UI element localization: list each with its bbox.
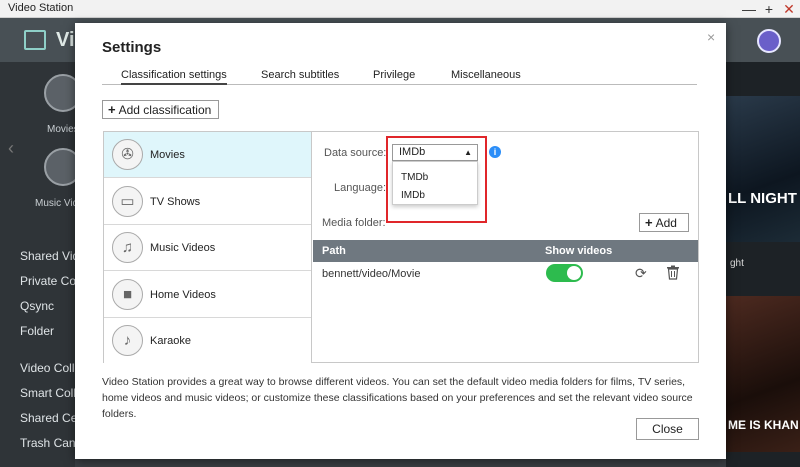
classification-panel: ✇ Movies ▭ TV Shows ♫ Music Videos ■ Hom… bbox=[103, 131, 699, 364]
tab-privilege[interactable]: Privilege bbox=[373, 69, 415, 85]
classification-label: Home Videos bbox=[150, 289, 216, 301]
nav-shared-videos[interactable]: Shared Vid bbox=[20, 249, 79, 263]
classification-label: Movies bbox=[150, 149, 185, 161]
music-video-icon: ♫ bbox=[112, 232, 143, 263]
data-source-select[interactable]: IMDb ▲ bbox=[392, 144, 478, 161]
tab-miscellaneous[interactable]: Miscellaneous bbox=[451, 69, 521, 85]
nav-smart-collection[interactable]: Smart Colle bbox=[20, 386, 83, 400]
classification-karaoke[interactable]: ♪ Karaoke bbox=[104, 318, 311, 364]
language-label: Language: bbox=[334, 182, 386, 194]
close-button[interactable]: Close bbox=[636, 418, 699, 440]
data-source-dropdown: TMDb IMDb bbox=[392, 161, 478, 205]
trash-icon[interactable] bbox=[666, 265, 680, 280]
description-text: Video Station provides a great way to br… bbox=[102, 376, 693, 420]
film-reel-icon: ✇ bbox=[112, 139, 143, 170]
side-label-movies: Movies bbox=[47, 124, 79, 135]
option-imdb[interactable]: IMDb bbox=[401, 190, 425, 201]
minimize-button[interactable]: — bbox=[740, 0, 758, 18]
classification-label: Karaoke bbox=[150, 335, 191, 347]
poster-caption: ght bbox=[730, 258, 744, 269]
nav-folder[interactable]: Folder bbox=[20, 324, 54, 338]
show-videos-toggle[interactable] bbox=[546, 264, 583, 282]
classification-details: Data source: IMDb ▲ i TMDb IMDb Language… bbox=[313, 132, 698, 362]
refresh-icon[interactable]: ⟳ bbox=[635, 265, 647, 282]
table-row-path: bennett/video/Movie bbox=[322, 268, 421, 280]
settings-tabs: Classification settings Search subtitles… bbox=[102, 69, 697, 85]
user-avatar[interactable] bbox=[757, 29, 781, 53]
classification-home-videos[interactable]: ■ Home Videos bbox=[104, 272, 311, 318]
classification-label: TV Shows bbox=[150, 196, 201, 208]
camcorder-icon: ■ bbox=[112, 279, 143, 310]
toggle-knob bbox=[567, 266, 581, 280]
poster-title: ME IS KHAN bbox=[728, 418, 799, 432]
add-classification-button[interactable]: + Add classification bbox=[102, 100, 219, 119]
close-icon[interactable]: × bbox=[707, 29, 715, 45]
classification-movies[interactable]: ✇ Movies bbox=[104, 132, 311, 178]
window-titlebar: Video Station — + ✕ bbox=[0, 0, 800, 18]
column-show-videos: Show videos bbox=[545, 245, 613, 257]
data-source-label: Data source: bbox=[324, 147, 387, 159]
settings-dialog: Settings × Classification settings Searc… bbox=[75, 23, 726, 459]
app-sidebar bbox=[0, 62, 75, 467]
chevron-left-icon[interactable]: ‹ bbox=[8, 138, 14, 159]
add-folder-button[interactable]: + Add bbox=[639, 213, 689, 232]
dialog-title: Settings bbox=[102, 39, 162, 56]
maximize-button[interactable]: + bbox=[760, 0, 778, 18]
data-source-value: IMDb bbox=[399, 146, 426, 158]
nav-qsync[interactable]: Qsync bbox=[20, 299, 54, 313]
window-title: Video Station bbox=[8, 2, 74, 14]
option-tmdb[interactable]: TMDb bbox=[401, 172, 428, 183]
close-window-button[interactable]: ✕ bbox=[780, 0, 798, 18]
add-classification-label: Add classification bbox=[118, 103, 212, 117]
plus-icon: + bbox=[645, 215, 653, 230]
classification-tv-shows[interactable]: ▭ TV Shows bbox=[104, 179, 311, 225]
classification-label: Music Videos bbox=[150, 242, 216, 254]
tv-icon: ▭ bbox=[112, 186, 143, 217]
classification-list: ✇ Movies ▭ TV Shows ♫ Music Videos ■ Hom… bbox=[104, 132, 312, 364]
nav-trash-can[interactable]: Trash Can bbox=[20, 436, 76, 450]
video-station-logo-icon bbox=[24, 30, 46, 50]
column-path: Path bbox=[322, 245, 346, 257]
info-icon[interactable]: i bbox=[489, 146, 501, 158]
media-folder-label: Media folder: bbox=[322, 217, 386, 229]
folder-table-header: Path Show videos bbox=[313, 240, 698, 262]
tab-search-subtitles[interactable]: Search subtitles bbox=[261, 69, 339, 85]
poster-title: LL NIGHT bbox=[728, 190, 797, 207]
movie-poster[interactable] bbox=[726, 96, 800, 242]
side-label-music-video: Music Vid bbox=[35, 198, 79, 209]
tab-classification-settings[interactable]: Classification settings bbox=[121, 69, 227, 85]
add-label: Add bbox=[655, 216, 677, 230]
nav-private-collection[interactable]: Private Coll bbox=[20, 274, 81, 288]
microphone-icon: ♪ bbox=[112, 325, 143, 356]
classification-music-videos[interactable]: ♫ Music Videos bbox=[104, 225, 311, 271]
caret-down-icon: ▲ bbox=[464, 148, 472, 157]
nav-video-collection[interactable]: Video Colle bbox=[20, 361, 81, 375]
plus-icon: + bbox=[108, 102, 116, 117]
